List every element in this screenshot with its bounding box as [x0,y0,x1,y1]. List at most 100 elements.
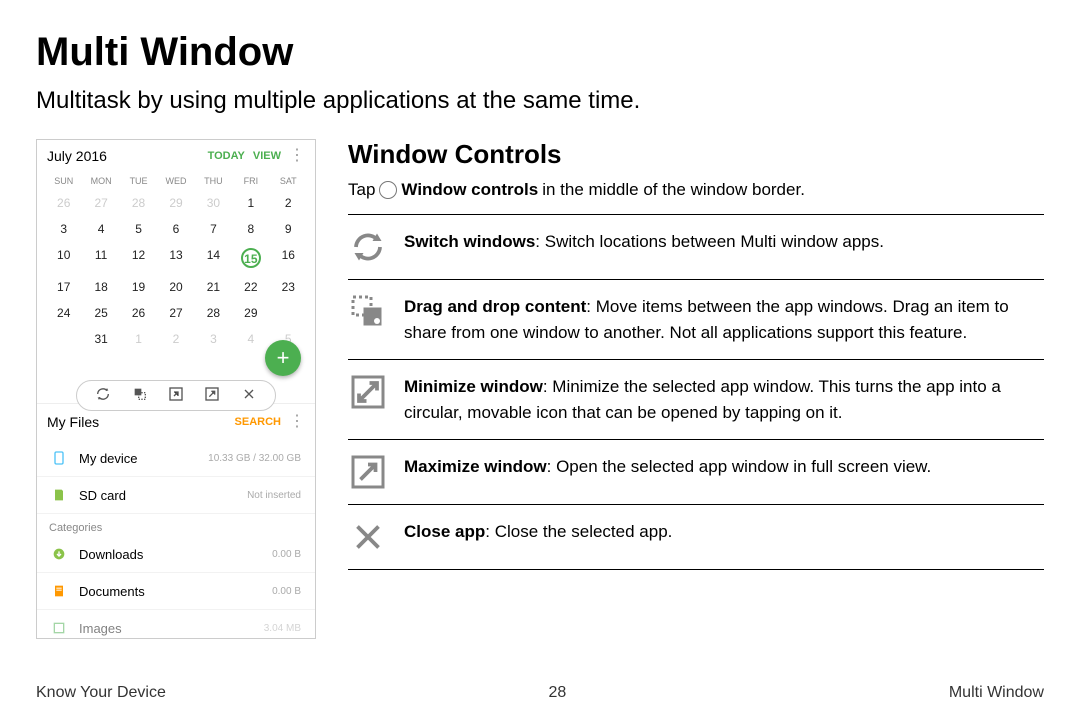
file-name: Documents [79,584,272,599]
calendar-month: July 2016 [47,148,200,164]
file-meta: 0.00 B [272,586,301,597]
calendar-day[interactable]: 19 [120,274,157,300]
calendar-day[interactable]: 14 [195,242,232,274]
calendar-day[interactable]: 21 [195,274,232,300]
calendar-day[interactable]: 27 [157,300,194,326]
calendar-day[interactable]: 29 [232,300,269,326]
calendar-day[interactable]: 18 [82,274,119,300]
calendar-day-today[interactable]: 15 [232,242,269,274]
minimize-icon[interactable] [168,386,184,405]
calendar-day[interactable]: 11 [82,242,119,274]
search-link[interactable]: SEARCH [235,416,281,428]
file-name: SD card [79,488,247,503]
file-name: Images [79,621,264,636]
drag-icon[interactable] [132,386,148,405]
page-footer: Know Your Device 28 Multi Window [36,684,1044,702]
calendar-day[interactable] [45,326,82,352]
dow: TUE [120,172,157,190]
calendar-day[interactable]: 1 [120,326,157,352]
window-controls-toolbar [76,380,276,411]
overflow-icon[interactable]: ⋮ [289,418,305,426]
calendar-day[interactable]: 20 [157,274,194,300]
calendar-day[interactable] [270,300,307,326]
view-link[interactable]: VIEW [253,150,281,162]
calendar-grid: SUN MON TUE WED THU FRI SAT 26 27 28 29 … [37,172,315,372]
calendar-day[interactable]: 7 [195,216,232,242]
calendar-day[interactable]: 28 [120,190,157,216]
switch-windows-icon [348,229,388,265]
calendar-day[interactable]: 1 [232,190,269,216]
file-row[interactable]: Downloads 0.00 B [37,536,315,573]
calendar-day[interactable]: 26 [120,300,157,326]
calendar-day[interactable]: 26 [45,190,82,216]
document-icon [51,583,67,599]
calendar-day[interactable]: 4 [82,216,119,242]
minimize-window-icon [348,374,388,410]
control-item: Maximize window: Open the selected app w… [348,439,1044,504]
calendar-day[interactable]: 25 [82,300,119,326]
section-title: Window Controls [348,139,1044,170]
maximize-icon[interactable] [204,386,220,405]
device-mockup: July 2016 TODAY VIEW ⋮ SUN MON TUE WED T… [36,139,316,639]
calendar-day[interactable]: 2 [270,190,307,216]
file-meta: Not inserted [247,490,301,501]
calendar-day[interactable]: 6 [157,216,194,242]
file-name: My device [79,451,208,466]
download-icon [51,546,67,562]
add-event-button[interactable]: + [265,340,301,376]
device-icon [51,450,67,466]
calendar-day[interactable]: 28 [195,300,232,326]
calendar-day[interactable]: 8 [232,216,269,242]
calendar-day[interactable]: 4 [232,326,269,352]
calendar-day[interactable]: 30 [195,190,232,216]
file-row[interactable]: Images 3.04 MB [37,610,315,638]
calendar-day[interactable]: 17 [45,274,82,300]
footer-right: Multi Window [949,684,1044,702]
calendar-day[interactable]: 16 [270,242,307,274]
file-meta: 3.04 MB [264,623,301,634]
maximize-window-icon [348,454,388,490]
tap-instruction: Tap Window controls in the middle of the… [348,180,1044,200]
calendar-day[interactable]: 22 [232,274,269,300]
footer-left: Know Your Device [36,684,166,702]
dow: MON [82,172,119,190]
dow: WED [157,172,194,190]
switch-icon[interactable] [95,386,111,405]
overflow-icon[interactable]: ⋮ [289,152,305,160]
calendar-day[interactable]: 9 [270,216,307,242]
file-row[interactable]: SD card Not inserted [37,477,315,514]
calendar-day[interactable] [45,352,82,364]
categories-label: Categories [37,514,315,536]
window-control-handle-icon [379,181,397,199]
file-meta: 10.33 GB / 32.00 GB [208,453,301,464]
dow: THU [195,172,232,190]
page-subtitle: Multitask by using multiple applications… [36,87,1044,115]
dow: SAT [270,172,307,190]
calendar-day[interactable]: 12 [120,242,157,274]
control-item: Switch windows: Switch locations between… [348,214,1044,279]
today-link[interactable]: TODAY [208,150,245,162]
calendar-day[interactable]: 13 [157,242,194,274]
calendar-day[interactable]: 3 [45,216,82,242]
sdcard-icon [51,487,67,503]
file-row[interactable]: My device 10.33 GB / 32.00 GB [37,440,315,477]
calendar-day[interactable]: 27 [82,190,119,216]
calendar-day[interactable]: 31 [82,326,119,352]
page-title: Multi Window [36,30,1044,75]
calendar-day[interactable]: 29 [157,190,194,216]
calendar-day[interactable]: 24 [45,300,82,326]
calendar-day[interactable]: 3 [195,326,232,352]
file-name: Downloads [79,547,272,562]
files-title: My Files [47,414,235,430]
file-row[interactable]: Documents 0.00 B [37,573,315,610]
close-icon[interactable] [241,386,257,405]
dow: SUN [45,172,82,190]
calendar-day[interactable]: 10 [45,242,82,274]
file-meta: 0.00 B [272,549,301,560]
control-item: Close app: Close the selected app. [348,504,1044,570]
close-app-icon [348,519,388,555]
calendar-day[interactable]: 5 [120,216,157,242]
image-icon [51,620,67,636]
calendar-day[interactable]: 2 [157,326,194,352]
calendar-day[interactable]: 23 [270,274,307,300]
